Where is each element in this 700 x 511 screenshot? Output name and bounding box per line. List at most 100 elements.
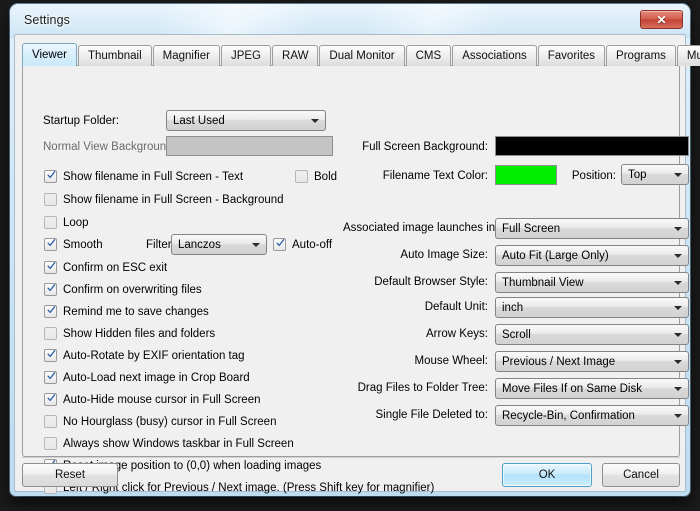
dropdown-auto-image-size[interactable]: Auto Fit (Large Only): [495, 245, 689, 266]
chevron-down-icon: [674, 332, 682, 337]
filename-text-color-label: Filename Text Color:: [382, 170, 488, 182]
dropdown-default-browser-style[interactable]: Thumbnail View: [495, 272, 689, 293]
checkbox-box: [44, 327, 57, 340]
button-bar-separator: [22, 457, 680, 458]
checkbox-auto-rotate-by-exif-orientation-tag[interactable]: Auto-Rotate by EXIF orientation tag: [44, 349, 245, 363]
dropdown-label-associated-image-launches-in: Associated image launches in:: [343, 222, 499, 234]
tab-associations[interactable]: Associations: [452, 45, 537, 66]
reset-button[interactable]: Reset: [22, 463, 118, 487]
position-label: Position:: [571, 170, 616, 182]
normal-view-background-label: Normal View Background:: [43, 141, 176, 153]
checkbox-remind-me-to-save-changes[interactable]: Remind me to save changes: [44, 305, 209, 319]
dialog-client-area: Viewer Thumbnail Magnifier JPEG RAW Dual Moni…: [14, 34, 700, 494]
dropdown-default-browser-style-value: Thumbnail View: [502, 276, 584, 289]
checkbox-box: [44, 216, 57, 229]
normal-view-background-swatch[interactable]: [166, 136, 333, 156]
window-title: Settings: [24, 13, 70, 27]
tab-programs[interactable]: Programs: [606, 45, 676, 66]
dropdown-label-mouse-wheel: Mouse Wheel:: [414, 355, 488, 367]
checkbox-box: [44, 261, 57, 274]
startup-folder-label: Startup Folder:: [43, 115, 120, 127]
dropdown-associated-image-launches-in[interactable]: Full Screen: [495, 218, 689, 239]
tab-raw[interactable]: RAW: [272, 45, 319, 66]
full-screen-background-swatch[interactable]: [495, 136, 689, 156]
checkbox-auto-hide-mouse-cursor-in-full-screen[interactable]: Auto-Hide mouse cursor in Full Screen: [44, 393, 261, 407]
checkbox-box: [44, 238, 57, 251]
checkbox-auto-hide-mouse-cursor-in-full-screen-label: Auto-Hide mouse cursor in Full Screen: [63, 394, 261, 406]
tab-label: Dual Monitor: [329, 50, 395, 62]
checkbox-box: [44, 305, 57, 318]
dropdown-single-file-deleted-to[interactable]: Recycle-Bin, Confirmation: [495, 405, 689, 426]
checkbox-remind-me-to-save-changes-label: Remind me to save changes: [63, 306, 209, 318]
chevron-down-icon: [674, 386, 682, 391]
tab-label: Viewer: [32, 49, 67, 61]
tab-magnifier[interactable]: Magnifier: [152, 45, 220, 66]
position-combo-value: Top: [628, 168, 647, 181]
checkbox-box: [44, 415, 57, 428]
tab-viewer[interactable]: Viewer: [22, 43, 77, 66]
checkbox-box: [273, 238, 286, 251]
cancel-button[interactable]: Cancel: [602, 463, 680, 487]
dropdown-label-default-unit: Default Unit:: [424, 301, 488, 313]
checkbox-always-show-windows-taskbar-in-full-screen[interactable]: Always show Windows taskbar in Full Scre…: [44, 437, 294, 451]
checkbox-box: [44, 349, 57, 362]
position-combo[interactable]: Top: [621, 164, 689, 185]
tab-thumbnail[interactable]: Thumbnail: [77, 45, 152, 66]
checkbox-box: [44, 283, 57, 296]
tab-music[interactable]: Music: [676, 45, 700, 66]
checkbox-bold[interactable]: Bold: [295, 170, 337, 184]
tab-dual-monitor[interactable]: Dual Monitor: [319, 45, 405, 66]
checkbox-show-filename-in-full-screen-text[interactable]: Show filename in Full Screen - Text: [44, 170, 243, 184]
tab-label: Magnifier: [162, 50, 210, 62]
checkbox-confirm-on-esc-exit[interactable]: Confirm on ESC exit: [44, 261, 167, 275]
close-icon: ✕: [656, 12, 667, 27]
chevron-down-icon: [674, 226, 682, 231]
chevron-down-icon: [674, 253, 682, 258]
checkbox-loop[interactable]: Loop: [44, 216, 89, 230]
dropdown-label-drag-files-to-folder-tree: Drag Files to Folder Tree:: [357, 382, 488, 394]
filename-text-color-swatch[interactable]: [495, 165, 557, 185]
checkbox-smooth[interactable]: Smooth: [44, 238, 103, 252]
checkbox-smooth-label: Smooth: [63, 239, 103, 251]
dropdown-mouse-wheel[interactable]: Previous / Next Image: [495, 351, 689, 372]
tab-jpeg[interactable]: JPEG: [220, 45, 272, 66]
checkbox-auto-load-next-image-in-crop-board[interactable]: Auto-Load next image in Crop Board: [44, 371, 250, 385]
titlebar-glass-sheen: [10, 4, 690, 38]
checkbox-confirm-on-esc-exit-label: Confirm on ESC exit: [63, 262, 168, 274]
dropdown-label-default-browser-style: Default Browser Style:: [374, 276, 488, 288]
dropdown-label-single-file-deleted-to: Single File Deleted to:: [375, 409, 488, 421]
chevron-down-icon: [674, 172, 682, 177]
filter-combo-value: Lanczos: [178, 238, 221, 251]
tab-cms[interactable]: CMS: [405, 45, 452, 66]
tab-label: Thumbnail: [87, 50, 142, 62]
tab-favorites[interactable]: Favorites: [537, 45, 606, 66]
startup-folder-combo[interactable]: Last Used: [166, 110, 326, 131]
dropdown-label-arrow-keys: Arrow Keys:: [426, 328, 488, 340]
dropdown-label-auto-image-size: Auto Image Size:: [400, 249, 488, 261]
close-button[interactable]: ✕: [640, 10, 683, 29]
dropdown-default-unit-value: inch: [502, 301, 524, 314]
dropdown-drag-files-to-folder-tree[interactable]: Move Files If on Same Disk: [495, 378, 689, 399]
checkbox-show-filename-in-full-screen-text-label: Show filename in Full Screen - Text: [63, 171, 244, 183]
startup-folder-combo-value: Last Used: [173, 114, 225, 127]
checkbox-no-hourglass-busy-cursor-in-full-screen[interactable]: No Hourglass (busy) cursor in Full Scree…: [44, 415, 276, 429]
checkbox-box: [44, 170, 57, 183]
checkbox-box: [44, 371, 57, 384]
checkbox-box: [44, 193, 57, 206]
dropdown-arrow-keys[interactable]: Scroll: [495, 324, 689, 345]
tab-label: JPEG: [230, 50, 262, 62]
checkbox-show-hidden-files-and-folders[interactable]: Show Hidden files and folders: [44, 327, 215, 341]
filter-combo[interactable]: Lanczos: [171, 234, 267, 255]
tab-label: Favorites: [547, 50, 596, 62]
dropdown-associated-image-launches-in-value: Full Screen: [502, 222, 561, 235]
checkbox-auto-load-next-image-in-crop-board-label: Auto-Load next image in Crop Board: [63, 372, 250, 384]
checkbox-box: [44, 393, 57, 406]
checkbox-auto-off[interactable]: Auto-off: [273, 238, 332, 252]
ok-button[interactable]: OK: [502, 463, 592, 487]
checkbox-bold-label: Bold: [314, 171, 338, 183]
dropdown-auto-image-size-value: Auto Fit (Large Only): [502, 249, 609, 262]
dropdown-default-unit[interactable]: inch: [495, 297, 689, 318]
checkbox-confirm-on-overwriting-files[interactable]: Confirm on overwriting files: [44, 283, 202, 297]
checkbox-show-filename-in-full-screen-background[interactable]: Show filename in Full Screen - Backgroun…: [44, 193, 284, 207]
full-screen-background-label: Full Screen Background:: [362, 141, 488, 153]
